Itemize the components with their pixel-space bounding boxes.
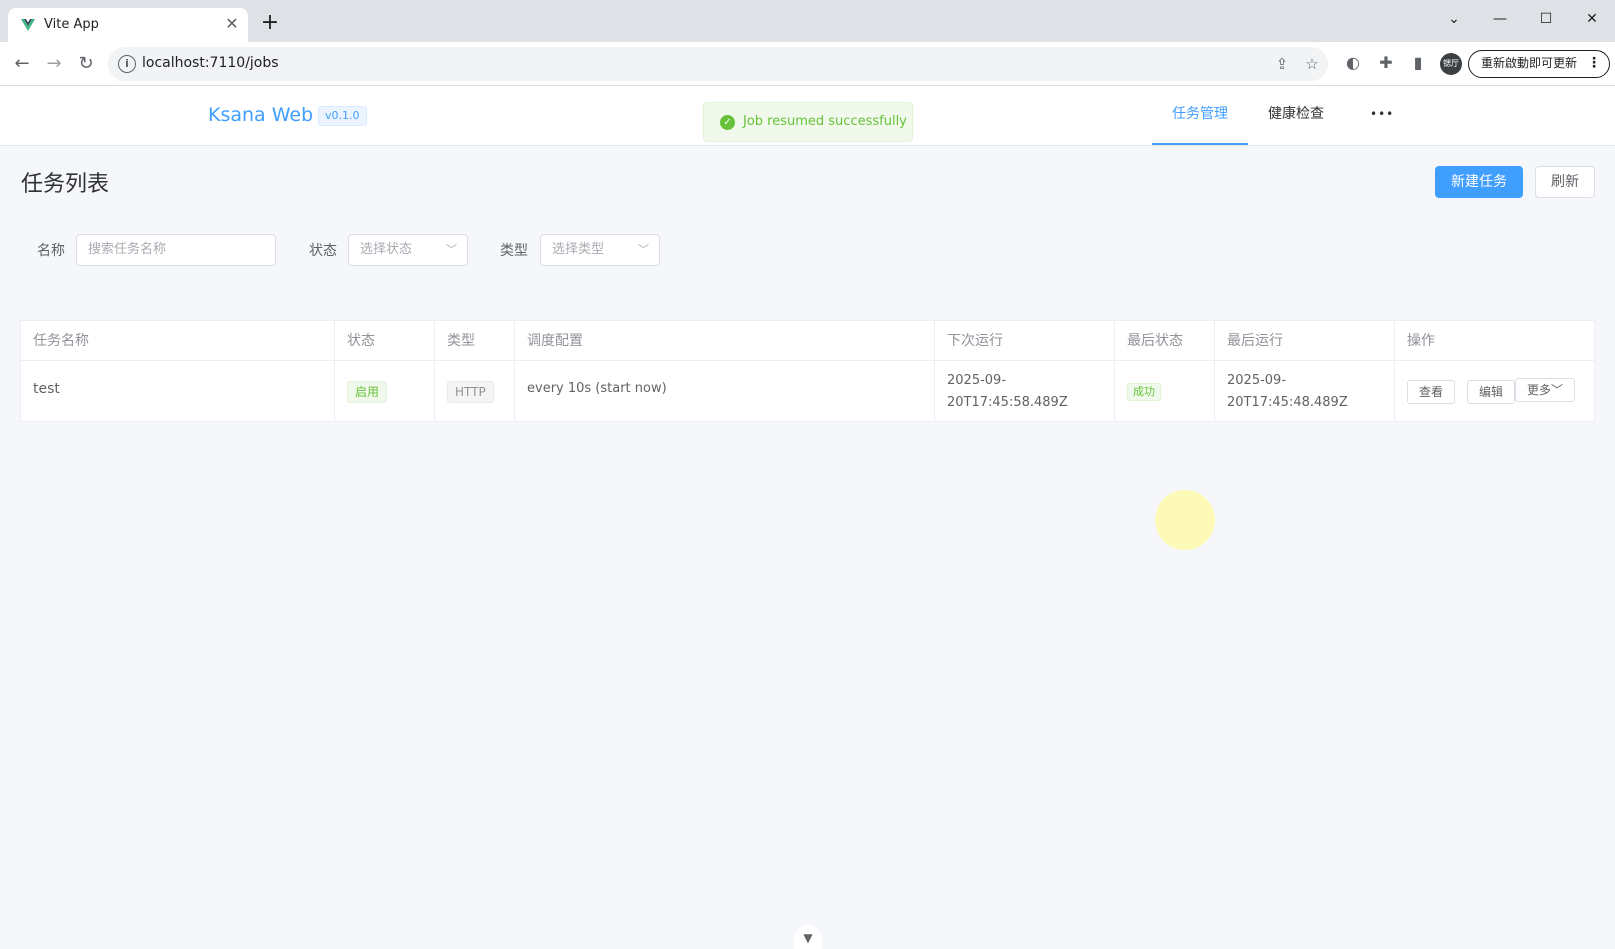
url-text: localhost:7110/jobs: [142, 55, 279, 71]
view-button[interactable]: 查看: [1407, 380, 1455, 404]
page-title: 任务列表: [21, 172, 110, 197]
more-dropdown-button[interactable]: 更多﹀: [1515, 378, 1575, 402]
table-cell: 成功: [1115, 361, 1215, 422]
chevron-down-icon[interactable]: ⌄: [1434, 6, 1474, 32]
update-label: 重新啟動即可更新: [1481, 56, 1578, 70]
chevron-down-icon: ﹀: [446, 243, 457, 256]
extension-icon[interactable]: ◐: [1342, 52, 1364, 74]
schedule-text: every 10s (start now): [527, 381, 667, 396]
name-search-input[interactable]: 搜索任务名称: [76, 234, 276, 266]
jobs-table: 任务名称 状态 类型 调度配置 下次运行 最后状态 最后运行 操作 test 启…: [20, 320, 1595, 422]
tab-title: Vite App: [44, 17, 99, 32]
success-toast: ✓ Job resumed successfully: [703, 102, 913, 142]
browser-tab[interactable]: Vite App ✕: [8, 8, 248, 42]
chevron-down-icon: ﹀: [1551, 383, 1564, 397]
reload-icon[interactable]: ↻: [74, 52, 98, 76]
column-header: 操作: [1395, 321, 1594, 361]
last-run-text: 2025-09- 20T17:45:48.489Z: [1227, 373, 1348, 410]
filter-status-label: 状态: [309, 243, 337, 259]
menu-item-health[interactable]: 健康检查: [1248, 86, 1344, 145]
side-panel-icon[interactable]: ▮: [1407, 52, 1429, 74]
cursor-highlight: [1155, 490, 1215, 550]
column-header: 最后运行: [1215, 321, 1395, 361]
filter-type-label: 类型: [500, 243, 528, 259]
puzzle-icon[interactable]: ✚: [1375, 52, 1397, 74]
maximize-icon[interactable]: ☐: [1526, 6, 1566, 32]
job-name: test: [33, 381, 60, 397]
table-cell: 2025-09- 20T17:45:48.489Z: [1215, 361, 1395, 422]
table-cell: 2025-09- 20T17:45:58.489Z: [935, 361, 1115, 422]
table-cell: 启用: [335, 361, 435, 422]
share-icon[interactable]: ⇪: [1272, 55, 1292, 73]
next-run-text: 2025-09- 20T17:45:58.489Z: [947, 373, 1068, 410]
refresh-button[interactable]: 刷新: [1535, 166, 1595, 198]
back-arrow-icon[interactable]: ←: [10, 52, 34, 76]
forward-arrow-icon[interactable]: →: [42, 52, 66, 76]
column-header: 最后状态: [1115, 321, 1215, 361]
toast-message: Job resumed successfully: [743, 114, 907, 129]
menu-item-jobs[interactable]: 任务管理: [1152, 86, 1248, 145]
minimize-icon[interactable]: —: [1480, 6, 1520, 32]
kebab-menu-icon: ⋮: [1587, 55, 1601, 71]
avatar[interactable]: 锶厅: [1440, 53, 1462, 75]
column-header: 调度配置: [515, 321, 935, 361]
new-job-button[interactable]: 新建任务: [1435, 166, 1523, 198]
version-badge: v0.1.0: [318, 106, 367, 126]
last-status-badge: 成功: [1127, 383, 1161, 401]
type-select[interactable]: 选择类型 ﹀: [540, 234, 660, 266]
table-cell: HTTP: [435, 361, 515, 422]
column-header: 类型: [435, 321, 515, 361]
browser-tab-bar: Vite App ✕ + ⌄ — ☐ ✕: [0, 0, 1615, 42]
filter-name-label: 名称: [37, 243, 65, 259]
browser-toolbar: ← → ↻ i localhost:7110/jobs ⇪ ☆: [0, 42, 1615, 86]
status-select[interactable]: 选择状态 ﹀: [348, 234, 468, 266]
column-header: 任务名称: [21, 321, 335, 361]
table-cell: every 10s (start now): [515, 361, 935, 422]
address-bar[interactable]: i localhost:7110/jobs ⇪ ☆: [108, 47, 1328, 81]
more-horizontal-icon[interactable]: •••: [1350, 86, 1402, 145]
column-header: 状态: [335, 321, 435, 361]
table-cell: 查看 编辑 更多﹀: [1395, 361, 1594, 422]
type-badge: HTTP: [447, 381, 494, 403]
vue-logo-icon: [21, 19, 35, 31]
chevron-down-icon: ﹀: [638, 243, 649, 256]
table-row: test: [21, 361, 335, 422]
star-icon[interactable]: ☆: [1302, 55, 1322, 73]
close-icon[interactable]: ✕: [222, 14, 242, 34]
check-circle-icon: ✓: [720, 115, 735, 130]
status-badge: 启用: [347, 381, 388, 403]
column-header: 下次运行: [935, 321, 1115, 361]
brand-logo[interactable]: Ksana Web: [208, 104, 313, 126]
close-window-icon[interactable]: ✕: [1572, 6, 1612, 32]
edit-button[interactable]: 编辑: [1467, 380, 1515, 404]
info-icon[interactable]: i: [118, 55, 136, 73]
plus-icon[interactable]: +: [258, 12, 282, 36]
chevron-down-icon[interactable]: ▼: [794, 925, 822, 949]
update-button[interactable]: 重新啟動即可更新 ⋮: [1468, 50, 1610, 78]
